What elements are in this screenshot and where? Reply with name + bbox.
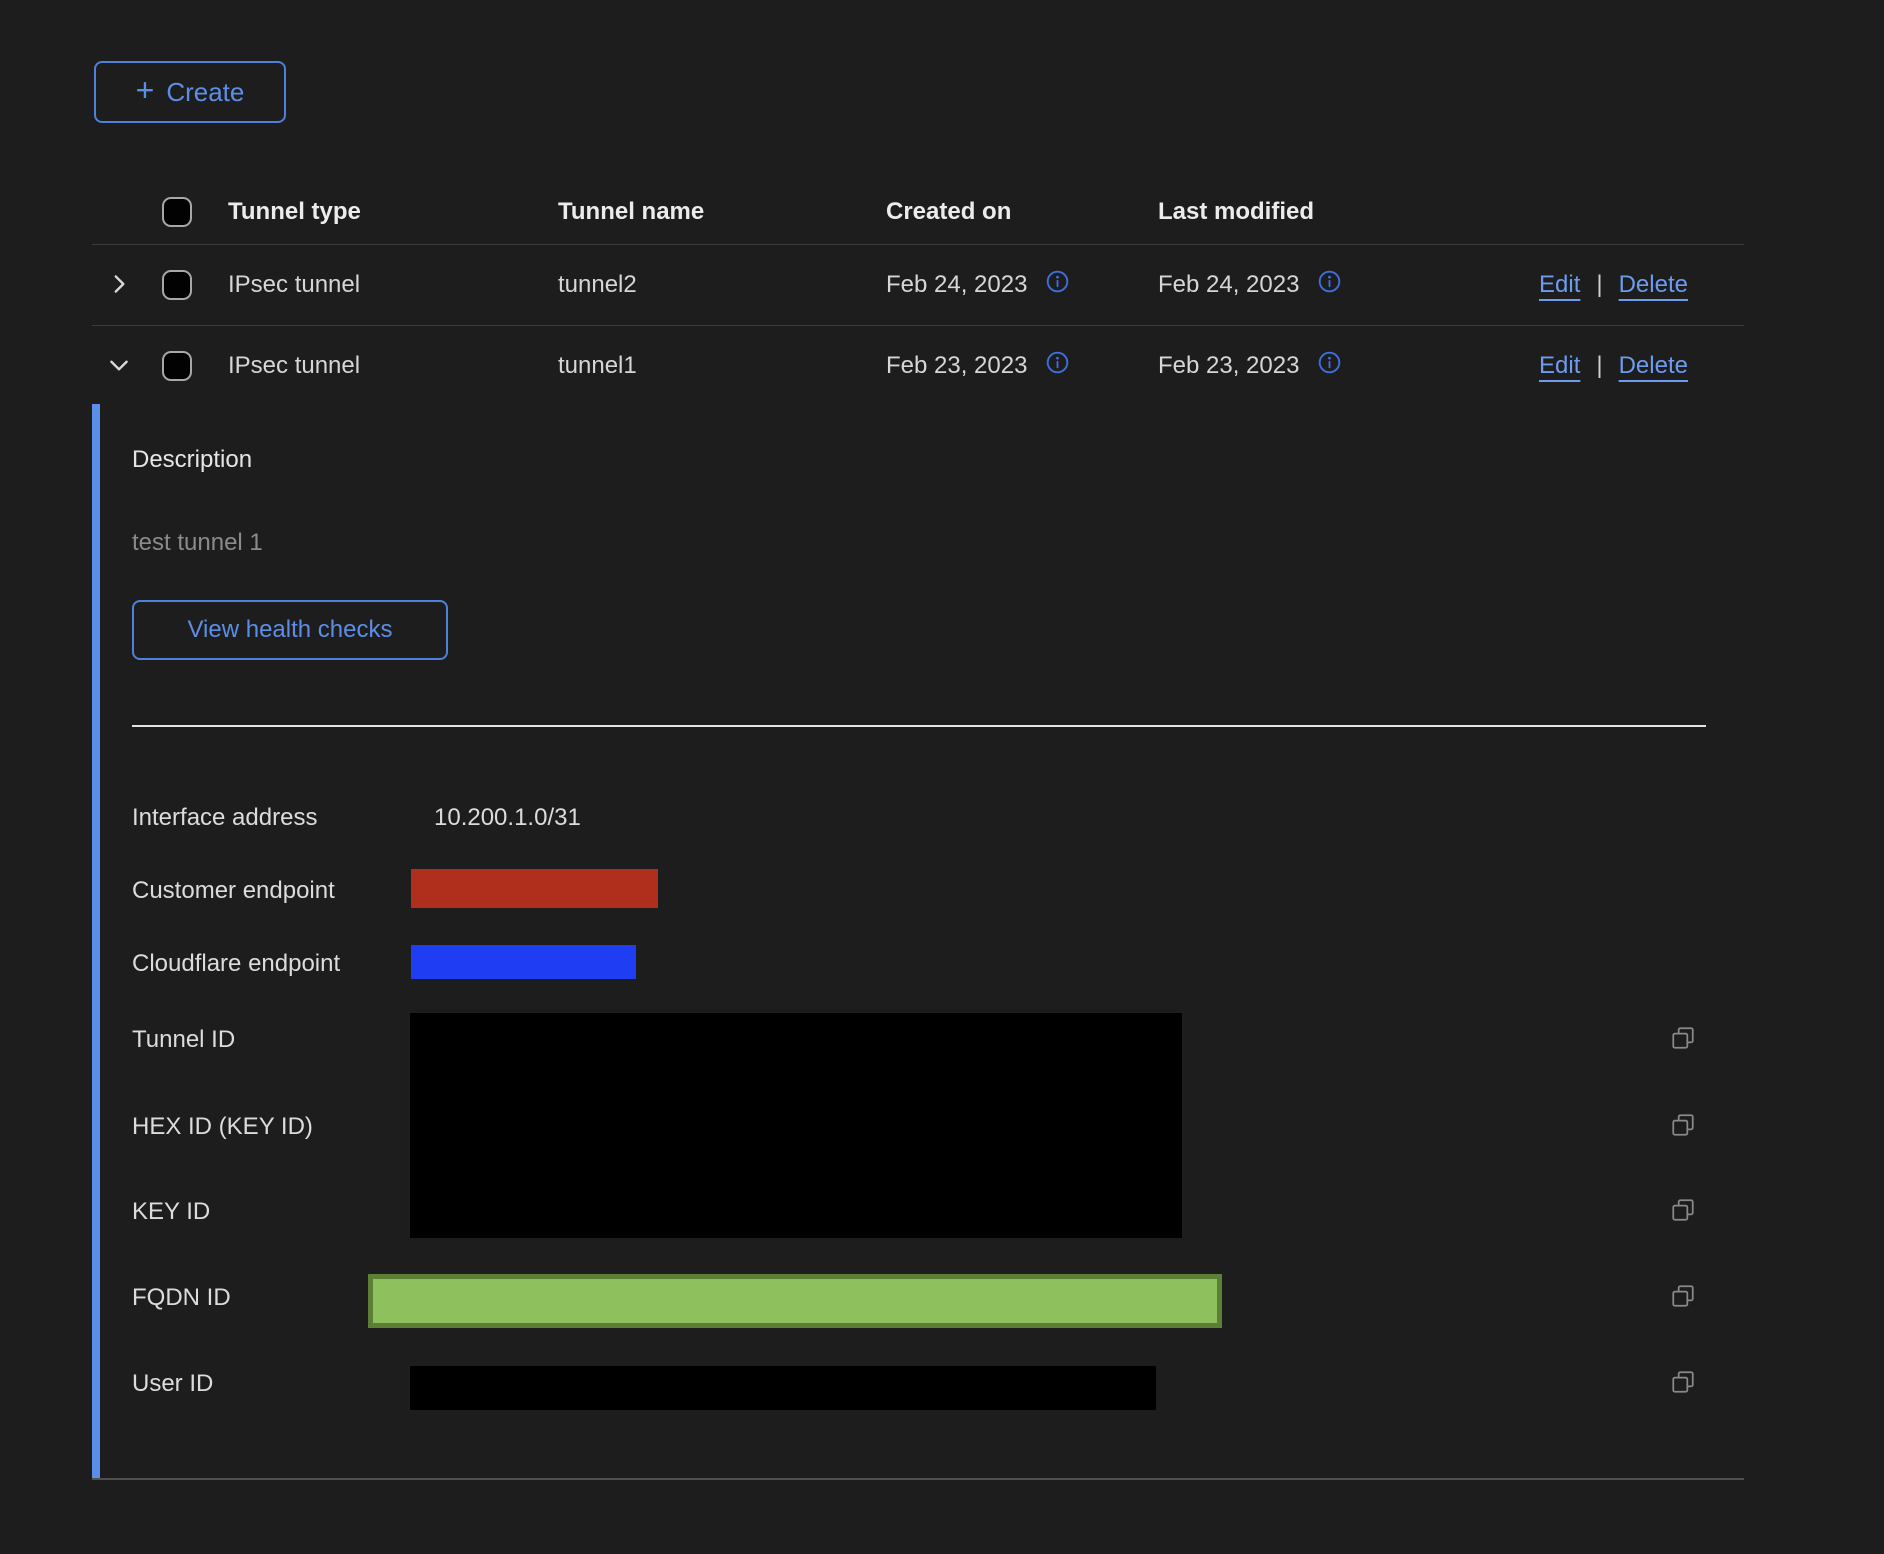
column-header-tunnel-name: Tunnel name bbox=[558, 198, 886, 226]
tunnel-type-cell: IPsec tunnel bbox=[228, 352, 558, 380]
delete-link[interactable]: Delete bbox=[1619, 271, 1688, 299]
key-id-label: KEY ID bbox=[132, 1198, 210, 1226]
cloudflare-endpoint-redaction bbox=[411, 945, 636, 979]
column-header-last-modified: Last modified bbox=[1158, 198, 1539, 226]
copy-key-id-button[interactable] bbox=[1670, 1197, 1696, 1223]
panel-divider bbox=[132, 725, 1706, 727]
view-health-checks-button[interactable]: View health checks bbox=[132, 600, 448, 660]
copy-icon bbox=[1670, 1197, 1696, 1223]
fqdn-id-label: FQDN ID bbox=[132, 1284, 231, 1312]
cloudflare-endpoint-label: Cloudflare endpoint bbox=[132, 950, 340, 978]
copy-icon bbox=[1670, 1283, 1696, 1309]
table-row: IPsec tunnel tunnel2 Feb 24, 2023 Feb 24… bbox=[92, 245, 1744, 326]
user-id-label: User ID bbox=[132, 1370, 213, 1398]
expanded-accent-bar bbox=[92, 404, 100, 1478]
fqdn-id-redaction bbox=[368, 1274, 1222, 1328]
tunnel-name-cell: tunnel2 bbox=[558, 271, 886, 299]
tunnel-type-cell: IPsec tunnel bbox=[228, 271, 558, 299]
create-button-label: Create bbox=[166, 77, 244, 108]
created-on-cell: Feb 24, 2023 bbox=[886, 271, 1027, 299]
hex-id-label: HEX ID (KEY ID) bbox=[132, 1113, 313, 1141]
copy-icon bbox=[1670, 1025, 1696, 1051]
chevron-down-icon bbox=[106, 352, 132, 381]
interface-address-value: 10.200.1.0/31 bbox=[434, 804, 581, 832]
copy-hex-id-button[interactable] bbox=[1670, 1112, 1696, 1138]
collapse-row-button[interactable] bbox=[106, 352, 132, 381]
select-all-checkbox[interactable] bbox=[162, 197, 192, 227]
tunnel-id-label: Tunnel ID bbox=[132, 1026, 235, 1054]
tunnels-table: Tunnel type Tunnel name Created on Last … bbox=[92, 180, 1744, 406]
table-row: IPsec tunnel tunnel1 Feb 23, 2023 Feb 23… bbox=[92, 326, 1744, 406]
description-value: test tunnel 1 bbox=[132, 529, 263, 557]
tunnels-page: + Create Tunnel type Tunnel name Created… bbox=[0, 0, 1884, 1554]
table-header-row: Tunnel type Tunnel name Created on Last … bbox=[92, 180, 1744, 245]
row-checkbox[interactable] bbox=[162, 351, 192, 381]
user-id-redaction bbox=[410, 1366, 1156, 1410]
column-header-tunnel-type: Tunnel type bbox=[228, 198, 558, 226]
expand-row-button[interactable] bbox=[106, 271, 132, 300]
copy-icon bbox=[1670, 1112, 1696, 1138]
tunnel-name-cell: tunnel1 bbox=[558, 352, 886, 380]
copy-fqdn-id-button[interactable] bbox=[1670, 1283, 1696, 1309]
copy-tunnel-id-button[interactable] bbox=[1670, 1025, 1696, 1051]
expanded-row-panel: Description test tunnel 1 View health ch… bbox=[92, 404, 1744, 1480]
customer-endpoint-label: Customer endpoint bbox=[132, 877, 335, 905]
edit-link[interactable]: Edit bbox=[1539, 352, 1580, 380]
action-separator: | bbox=[1596, 352, 1602, 380]
delete-link[interactable]: Delete bbox=[1619, 352, 1688, 380]
chevron-right-icon bbox=[106, 271, 132, 300]
plus-icon: + bbox=[136, 74, 155, 106]
copy-user-id-button[interactable] bbox=[1670, 1369, 1696, 1395]
ids-redaction-block bbox=[410, 1013, 1182, 1238]
info-icon[interactable] bbox=[1045, 269, 1070, 301]
create-button[interactable]: + Create bbox=[94, 61, 286, 123]
column-header-created-on: Created on bbox=[886, 198, 1158, 226]
copy-icon bbox=[1670, 1369, 1696, 1395]
last-modified-cell: Feb 23, 2023 bbox=[1158, 352, 1299, 380]
description-label: Description bbox=[132, 446, 252, 474]
info-icon[interactable] bbox=[1317, 269, 1342, 301]
row-checkbox[interactable] bbox=[162, 270, 192, 300]
customer-endpoint-redaction bbox=[411, 869, 658, 908]
interface-address-label: Interface address bbox=[132, 804, 317, 832]
action-separator: | bbox=[1596, 271, 1602, 299]
info-icon[interactable] bbox=[1045, 350, 1070, 382]
info-icon[interactable] bbox=[1317, 350, 1342, 382]
edit-link[interactable]: Edit bbox=[1539, 271, 1580, 299]
last-modified-cell: Feb 24, 2023 bbox=[1158, 271, 1299, 299]
created-on-cell: Feb 23, 2023 bbox=[886, 352, 1027, 380]
